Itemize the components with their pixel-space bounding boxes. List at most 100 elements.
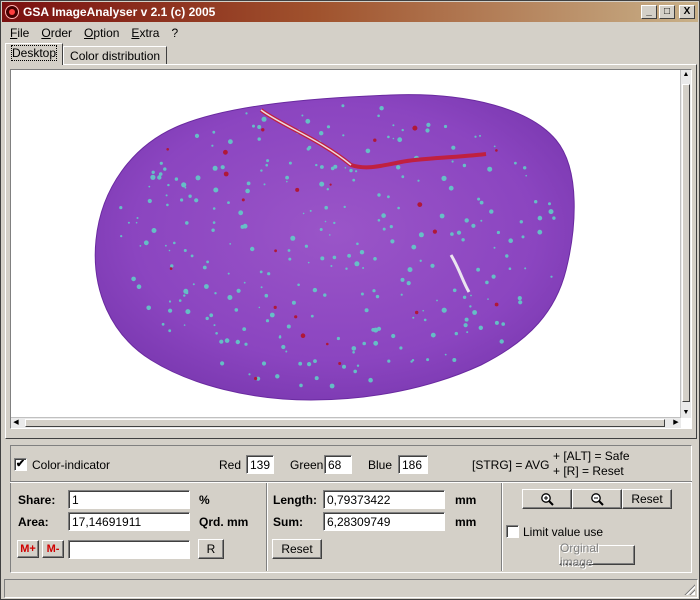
cyan-stain-spot [470, 294, 472, 297]
cyan-stain-spot [307, 362, 312, 367]
cyan-stain-spot [260, 286, 263, 289]
zoom-out-button[interactable] [572, 489, 622, 509]
menu-file[interactable]: File [4, 26, 35, 40]
red-stain-spot [417, 202, 423, 208]
cyan-stain-spot [170, 264, 174, 268]
cyan-stain-spot [377, 193, 381, 197]
cyan-stain-spot [479, 200, 484, 205]
cyan-stain-spot [146, 305, 151, 311]
memory-recall-button[interactable]: R [198, 539, 224, 559]
menu-extra[interactable]: Extra [125, 26, 165, 40]
blue-value-field[interactable]: 186 [398, 455, 428, 474]
scroll-down-arrow-icon[interactable]: ▼ [681, 408, 691, 418]
image-viewport[interactable]: ▲ ▼ ◀ ▶ [10, 69, 692, 429]
cyan-stain-spot [147, 198, 152, 204]
title-bar[interactable]: GSA ImageAnalyser v 2.1 (c) 2005 _ □ X [2, 2, 698, 22]
hint-safe: + [ALT] = Safe [553, 449, 630, 463]
sum-field[interactable]: 6,28309749 [323, 512, 445, 531]
app-window: GSA ImageAnalyser v 2.1 (c) 2005 _ □ X F… [0, 0, 700, 600]
cyan-stain-spot [178, 299, 182, 302]
menu-order[interactable]: Order [35, 26, 78, 40]
cyan-stain-spot [400, 277, 405, 282]
cyan-stain-spot [451, 145, 456, 150]
cyan-stain-spot [228, 139, 233, 145]
cyan-stain-spot [476, 267, 480, 272]
cyan-stain-spot [163, 167, 167, 171]
cyan-stain-spot [139, 245, 142, 247]
length-field[interactable]: 0,79373422 [323, 490, 445, 509]
hint-avg: [STRG] = AVG [472, 458, 550, 472]
scroll-up-arrow-icon[interactable]: ▲ [681, 70, 691, 80]
tab-desktop[interactable]: Desktop [5, 43, 64, 65]
cyan-stain-spot [478, 325, 483, 330]
cyan-stain-spot [436, 299, 438, 302]
menu-option[interactable]: Option [78, 26, 125, 40]
green-label: Green [290, 458, 324, 472]
cyan-stain-spot [343, 205, 346, 209]
resize-grip-icon[interactable] [683, 583, 695, 595]
red-stain-spot [326, 342, 329, 346]
cyan-stain-spot [523, 166, 527, 170]
cyan-stain-spot [167, 183, 170, 187]
vertical-scrollbar[interactable]: ▲ ▼ [680, 70, 691, 418]
horizontal-scroll-thumb[interactable] [25, 419, 665, 427]
cyan-stain-spot [472, 310, 477, 315]
memory-field[interactable] [68, 540, 190, 559]
vertical-scroll-thumb[interactable] [682, 84, 690, 402]
cyan-stain-spot [387, 135, 390, 139]
scroll-right-arrow-icon[interactable]: ▶ [671, 418, 681, 428]
cyan-stain-spot [307, 261, 310, 264]
cyan-stain-spot [508, 267, 512, 270]
cyan-stain-spot [290, 235, 296, 241]
cyan-stain-spot [505, 254, 509, 258]
cyan-stain-spot [462, 163, 467, 168]
cyan-stain-spot [439, 213, 445, 219]
cyan-stain-spot [244, 342, 248, 346]
tissue-image [94, 94, 575, 401]
scroll-left-arrow-icon[interactable]: ◀ [11, 418, 21, 428]
zoom-in-button[interactable] [522, 489, 572, 509]
cyan-stain-spot [297, 283, 300, 287]
cyan-stain-spot [493, 145, 496, 148]
red-stain-spot [300, 333, 306, 339]
cyan-stain-spot [324, 220, 327, 223]
red-stain-spot [295, 187, 300, 192]
green-value-field[interactable]: 68 [324, 455, 352, 474]
length-reset-button[interactable]: Reset [272, 539, 322, 559]
limit-value-use-checkbox[interactable] [506, 525, 519, 538]
cyan-stain-spot [265, 319, 270, 323]
close-button[interactable]: X [679, 5, 695, 19]
share-field[interactable]: 1 [68, 490, 190, 509]
memory-minus-button[interactable]: M- [42, 540, 64, 558]
memory-plus-button[interactable]: M+ [17, 540, 39, 558]
cyan-stain-spot [219, 339, 224, 344]
area-field[interactable]: 17,14691911 [68, 512, 190, 531]
cyan-stain-spot [462, 295, 467, 299]
cyan-stain-spot [417, 179, 420, 182]
original-image-button[interactable]: Orginal image [559, 541, 635, 569]
cyan-stain-spot [309, 209, 312, 212]
cyan-stain-spot [491, 274, 496, 279]
maximize-button[interactable]: □ [659, 5, 675, 19]
cyan-stain-spot [242, 327, 247, 331]
cyan-stain-spot [288, 257, 292, 261]
cyan-stain-spot [286, 324, 291, 329]
cyan-stain-spot [150, 174, 156, 180]
cyan-stain-spot [299, 383, 303, 388]
cyan-stain-spot [423, 318, 427, 322]
color-indicator-checkbox[interactable]: ✔ [14, 458, 27, 471]
cyan-stain-spot [525, 174, 527, 177]
cyan-stain-spot [236, 288, 241, 293]
cyan-stain-spot [359, 250, 365, 255]
tab-color-distribution[interactable]: Color distribution [63, 46, 168, 65]
menu-help[interactable]: ? [165, 26, 184, 40]
cyan-stain-spot [399, 346, 403, 350]
minimize-button[interactable]: _ [641, 5, 657, 19]
zoom-reset-button[interactable]: Reset [622, 489, 672, 509]
cyan-stain-spot [430, 332, 436, 338]
red-value-field[interactable]: 139 [246, 455, 274, 474]
cyan-stain-spot [135, 221, 138, 224]
cyan-stain-spot [443, 124, 448, 129]
horizontal-scrollbar[interactable]: ◀ ▶ [11, 417, 681, 428]
red-stain-spot [494, 302, 499, 307]
